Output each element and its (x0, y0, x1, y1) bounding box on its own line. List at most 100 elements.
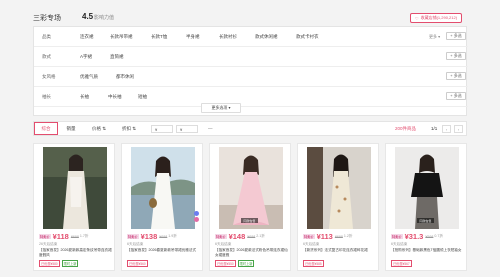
price-badge: 特卖价 (215, 234, 227, 239)
price-badge: 特卖价 (127, 234, 139, 239)
filter-option[interactable]: 都市休闲 (116, 74, 134, 80)
filter-row-fashion: 女风格 优雅气质 都市休闲 + 多选 (34, 67, 468, 87)
discount: 0.7折 (434, 234, 443, 238)
original-price: ¥598 (425, 234, 434, 239)
product-image[interactable]: 同款在售 (219, 147, 283, 229)
image-tag: 同款在售 (417, 218, 434, 223)
filter-option[interactable]: A字裙 (80, 54, 92, 60)
product-image[interactable] (131, 147, 195, 229)
prev-page-button[interactable]: ‹ (442, 125, 451, 133)
price-range-dash: — (208, 126, 213, 131)
shop-header: 三彩专场 4.5 影响力值 ♡ 收藏店铺(1,290,212) (0, 0, 500, 28)
more-options-link[interactable]: 更多 ▾ (429, 34, 440, 40)
multi-select-button[interactable]: + 多选 (446, 72, 466, 80)
countdown: 6天后结束 (215, 242, 232, 246)
promo-chips: 已优惠¥585 (303, 260, 324, 267)
promo-chips: 已优惠¥560 (127, 260, 148, 267)
more-options-button[interactable]: 更多选项 ▾ (201, 103, 241, 113)
favorite-icon[interactable] (194, 217, 199, 222)
product-title[interactable]: 【独家首发】2026春夏新款吊带裙优雅法式 (127, 248, 201, 258)
sort-tab-sales[interactable]: 销量 (62, 122, 80, 135)
multi-select-button[interactable]: + 多选 (446, 92, 466, 100)
sale-price: ¥113 (316, 232, 333, 241)
filter-row-category: 品类 连衣裙 长款吊带裙 长款T恤 半身裙 长款衬衫 款式休闲裙 款式卡衬衣 更… (34, 27, 468, 47)
product-image[interactable]: 同款在售 (395, 147, 459, 229)
price-row: 特卖价 ¥118 ¥698 1.7折 (39, 232, 88, 241)
filter-option[interactable]: 款式休闲裙 (255, 34, 278, 40)
sale-price: ¥118 (52, 232, 69, 241)
filter-label: 品类 (42, 34, 51, 39)
result-count-number: 200件商品 (395, 126, 417, 131)
product-card[interactable]: 特卖价 ¥118 ¥698 1.7折 26天后结束 【独家首发】2026夏新款高… (33, 143, 115, 271)
price-max-input[interactable]: ¥ (176, 125, 198, 133)
product-card[interactable]: 同款在售 特卖价 ¥31.3 ¥598 0.7折 6天后结束 【抢购系列】基础款… (385, 143, 467, 271)
filter-option[interactable]: 优雅气质 (80, 74, 98, 80)
product-card[interactable]: 同款在售 特卖价 ¥148 ¥698 2.1折 6天后结束 【独家首发】2026… (209, 143, 291, 271)
sort-tab-price[interactable]: 价格 ⇅ (88, 122, 110, 135)
promo-chip: 限时上新 (237, 260, 255, 267)
price-badge: 特卖价 (303, 234, 315, 239)
product-card[interactable]: 特卖价 ¥138 ¥698 1.9折 6天后结束 【独家首发】2026春夏新款吊… (121, 143, 203, 271)
filter-option[interactable]: 长款T恤 (151, 34, 167, 40)
filter-option[interactable]: 款式卡衬衣 (296, 34, 319, 40)
favorite-shop-button[interactable]: ♡ 收藏店铺(1,290,212) (410, 13, 462, 23)
filter-option[interactable]: 半身裙 (186, 34, 200, 40)
shop-name: 三彩专场 (33, 15, 61, 22)
filter-label: 款式 (42, 54, 51, 59)
discount: 2.1折 (256, 234, 265, 238)
shop-score: 4.5 (82, 12, 94, 21)
promo-chip: 限时上新 (61, 260, 79, 267)
countdown: 6天后结束 (127, 242, 144, 246)
sale-price: ¥138 (140, 232, 158, 241)
promo-chip: 已优惠¥585 (303, 260, 324, 267)
discount: 1.9折 (168, 234, 177, 238)
original-price: ¥698 (159, 234, 168, 239)
product-image[interactable] (307, 147, 371, 229)
shop-score-label: 影响力值 (94, 15, 115, 21)
product-title[interactable]: 【抢购系列】基础款黑色T恤圆领上衣短袖女 (391, 248, 465, 258)
product-card[interactable]: 特卖价 ¥113 ¥698 1.2折 6天后结束 【新货系列】法式复古印花连衣裙… (297, 143, 379, 271)
filter-option[interactable]: 长袖 (80, 94, 89, 100)
next-page-button[interactable]: › (454, 125, 463, 133)
countdown: 26天后结束 (39, 242, 58, 246)
discount: 1.7折 (79, 234, 89, 238)
original-price: ¥698 (247, 234, 256, 239)
sort-tab-default[interactable]: 综合 (34, 122, 58, 135)
share-icon[interactable] (194, 211, 199, 216)
multi-select-button[interactable]: + 多选 (446, 32, 466, 40)
product-title[interactable]: 【新货系列】法式复古印花连衣裙碎花裙 (303, 248, 377, 258)
filter-option[interactable]: 短袖 (138, 94, 147, 100)
promo-chip: 已优惠¥567 (391, 260, 412, 267)
product-title[interactable]: 【独家首发】2026夏新款高定条纹吊带连衣裙度假风 (39, 248, 113, 258)
sale-price: ¥31.3 (404, 232, 424, 241)
heart-icon: ♡ (415, 15, 419, 21)
sort-bar: 综合 销量 价格 ⇅ 折扣 ⇅ ¥ — ¥ 200件商品 1/1 ‹ › (33, 121, 467, 136)
page-indicator: 1/1 (431, 126, 438, 131)
sort-tab-discount[interactable]: 折扣 ⇅ (118, 122, 140, 135)
filter-label: 女风格 (42, 74, 56, 79)
floating-action-icons (194, 211, 199, 223)
image-tag: 同款在售 (241, 218, 258, 223)
multi-select-button[interactable]: + 多选 (446, 52, 466, 60)
countdown: 6天后结束 (303, 242, 320, 246)
filter-option[interactable]: 直筒裙 (110, 54, 124, 60)
sale-price: ¥148 (228, 232, 246, 241)
product-title[interactable]: 【独家首发】2026夏款法式粉色吊带连衣裙仙女裙度假 (215, 248, 289, 258)
filter-panel: 品类 连衣裙 长款吊带裙 长款T恤 半身裙 长款衬衫 款式休闲裙 款式卡衬衣 更… (33, 26, 468, 116)
result-count: 200件商品 (395, 126, 416, 132)
filter-option[interactable]: 长款吊带裙 (110, 34, 133, 40)
price-min-input[interactable]: ¥ (151, 125, 173, 133)
filter-row-style: 款式 A字裙 直筒裙 + 多选 (34, 47, 468, 67)
promo-chip: 已优惠¥580 (39, 260, 60, 267)
filter-row-sleeve: 袖长 长袖 中长袖 短袖 + 多选 (34, 87, 468, 107)
promo-chips: 已优惠¥567 (391, 260, 412, 267)
price-badge: 特卖价 (39, 234, 51, 239)
product-image[interactable] (43, 147, 107, 229)
price-row: 特卖价 ¥138 ¥698 1.9折 (127, 232, 177, 241)
filter-option[interactable]: 连衣裙 (80, 34, 94, 40)
promo-chips: 已优惠¥550 限时上新 (215, 260, 255, 267)
filter-option[interactable]: 长款衬衫 (219, 34, 237, 40)
filter-option[interactable]: 中长袖 (108, 94, 122, 100)
filter-label: 袖长 (42, 94, 51, 99)
favorite-shop-label: 收藏店铺(1,290,212) (420, 15, 458, 20)
